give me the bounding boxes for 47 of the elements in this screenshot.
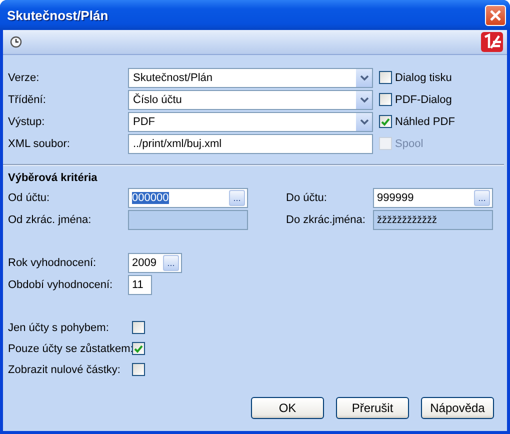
field-label: XML soubor: <box>8 138 71 150</box>
browse-button[interactable]: ... <box>229 190 245 206</box>
checkbox[interactable] <box>379 93 392 106</box>
input-field[interactable]: ../print/xml/buj.xml <box>128 134 373 154</box>
field-label: Třídění: <box>8 94 47 106</box>
logo-icon <box>480 31 504 53</box>
dropdown[interactable]: Skutečnost/Plán <box>128 68 373 88</box>
dialog-button[interactable]: Přerušit <box>336 397 409 419</box>
window-title: Skutečnost/Plán <box>7 8 108 22</box>
checkbox-label: Jen účty s pohybem: <box>8 322 109 334</box>
field-label: Do zkrác.jména: <box>286 214 366 226</box>
field-label: Verze: <box>8 72 40 84</box>
clock-icon[interactable] <box>10 36 22 48</box>
field-label: Období vyhodnocení: <box>8 279 114 291</box>
field-label: Od účtu: <box>8 192 51 204</box>
input-field[interactable]: 999999 ... <box>373 188 493 208</box>
dropdown[interactable]: Číslo účtu <box>128 90 373 110</box>
browse-button[interactable]: ... <box>474 190 490 206</box>
browse-button[interactable]: ... <box>163 255 179 271</box>
close-button[interactable] <box>485 4 506 26</box>
dialog-button[interactable]: OK <box>251 397 324 419</box>
checkbox[interactable] <box>379 71 392 84</box>
dialog-button[interactable]: Nápověda <box>421 397 494 419</box>
checkbox[interactable] <box>132 363 145 376</box>
field-label: Do účtu: <box>286 192 328 204</box>
chevron-icon <box>356 90 372 108</box>
input-field[interactable]: 2009 ... <box>128 253 182 273</box>
readonly-field: žžžžžžžžžžžž <box>373 210 493 230</box>
close-icon <box>489 8 502 22</box>
field-label: Od zkrác. jména: <box>8 214 92 226</box>
checkbox-label: Pouze účty se zůstatkem: <box>8 342 134 354</box>
checkbox[interactable] <box>132 321 145 334</box>
checkbox-label: Náhled PDF <box>395 116 455 128</box>
dropdown[interactable]: PDF <box>128 112 373 132</box>
section-title: Výběrová kritéria <box>7 171 98 184</box>
chevron-icon <box>356 68 372 86</box>
checkbox[interactable] <box>132 342 145 355</box>
checkbox[interactable] <box>379 115 392 128</box>
input-field[interactable]: 11 <box>128 275 152 295</box>
checkbox-label: Zobrazit nulové částky: <box>8 364 120 376</box>
checkbox-label: Spool <box>395 138 424 150</box>
input-field[interactable]: 000000 ... <box>128 188 248 208</box>
chevron-icon <box>356 112 372 130</box>
field-label: Rok vyhodnocení: <box>8 257 98 269</box>
checkbox-label: PDF-Dialog <box>395 94 452 106</box>
field-label: Výstup: <box>8 116 46 128</box>
checkbox-label: Dialog tisku <box>395 72 452 84</box>
